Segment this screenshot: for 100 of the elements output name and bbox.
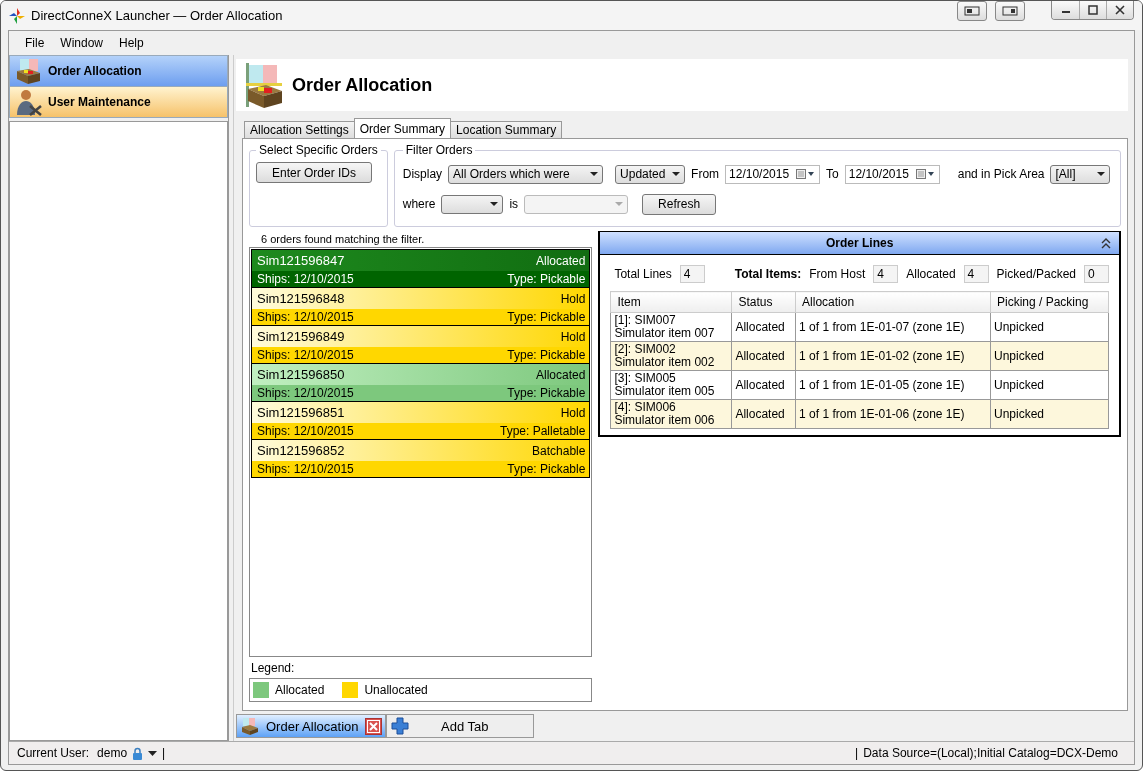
tab[interactable]: Allocation Settings — [244, 121, 355, 138]
item-description: Simulator item 002 — [614, 356, 716, 369]
document-tab[interactable]: Order Allocation — [236, 714, 386, 738]
order-status: Hold — [560, 291, 586, 306]
enter-order-ids-button[interactable]: Enter Order IDs — [256, 162, 372, 183]
item-code: [4]: SIM006 — [614, 401, 677, 414]
allocated-field: 4 — [963, 265, 989, 283]
item-code: [2]: SIM002 — [614, 343, 677, 356]
add-tab-button[interactable]: Add Tab — [386, 714, 534, 738]
dock-button[interactable] — [957, 1, 987, 21]
table-cell: Unpicked — [990, 370, 1109, 400]
maximize-icon — [1088, 5, 1098, 15]
order-card[interactable]: Sim121596847 Allocated Ships: 12/10/2015 Type: Pickable — [251, 249, 591, 288]
order-card[interactable]: Sim121596850 Allocated Ships: 12/10/2015 Type: Pickable — [251, 364, 591, 402]
from-host-field: 4 — [873, 265, 899, 283]
order-type: Type: Pickable — [507, 386, 586, 400]
page-title: Order Allocation — [292, 74, 433, 96]
order-card[interactable]: Sim121596851 Hold Ships: 12/10/2015 Type: Palletable — [251, 402, 591, 440]
collapse-icon[interactable] — [1101, 237, 1111, 249]
picked-packed-label: Picked/Packed — [996, 267, 1076, 281]
order-card[interactable]: Sim121596848 Hold Ships: 12/10/2015 Type: Pickable — [251, 288, 591, 326]
current-user-label: Current User: — [17, 746, 90, 760]
column-header[interactable]: Item — [610, 291, 732, 313]
item-description: Simulator item 007 — [614, 327, 716, 340]
order-type: Type: Pickable — [507, 462, 586, 476]
table-cell: Allocated — [731, 341, 796, 371]
box-icon — [240, 717, 260, 735]
order-id: Sim121596848 — [257, 291, 345, 306]
data-source-text: Data Source=(Local);Initial Catalog=DCX-Demo — [863, 746, 1118, 760]
item-description: Simulator item 006 — [614, 414, 716, 427]
table-cell: 1 of 1 from 1E-01-06 (zone 1E) — [795, 399, 991, 429]
from-label: From — [691, 167, 720, 181]
table-cell: Allocated — [731, 399, 796, 429]
event-dropdown[interactable]: Updated — [615, 164, 686, 184]
ship-date: Ships: 12/10/2015 — [257, 348, 354, 362]
panel-title: Order Lines — [826, 236, 894, 250]
order-status: Batchable — [532, 443, 586, 458]
refresh-button[interactable]: Refresh — [642, 193, 717, 215]
is-label: is — [509, 197, 519, 211]
table-cell: Unpicked — [990, 312, 1109, 342]
item-description: Simulator item 005 — [614, 385, 716, 398]
where-dropdown[interactable] — [441, 194, 504, 214]
group-title: Select Specific Orders — [258, 143, 379, 157]
sidebar-item[interactable]: User Maintenance — [9, 87, 228, 118]
order-id: Sim121596851 — [257, 405, 345, 420]
order-status: Allocated — [536, 253, 586, 268]
table-cell: 1 of 1 from 1E-01-02 (zone 1E) — [795, 341, 991, 371]
order-card[interactable]: Sim121596849 Hold Ships: 12/10/2015 Type: Pickable — [251, 326, 591, 364]
calendar-icon — [796, 169, 817, 179]
total-lines-field: 4 — [679, 265, 705, 283]
result-count: 6 orders found matching the filter. — [260, 232, 426, 247]
minimize-button[interactable] — [1052, 1, 1079, 19]
display-dropdown[interactable]: All Orders which were — [448, 164, 604, 184]
app-logo-icon — [9, 7, 25, 24]
to-date-picker[interactable]: 12/10/2015 — [844, 164, 940, 184]
tab[interactable]: Location Summary — [450, 121, 563, 138]
column-header[interactable]: Status — [731, 291, 796, 313]
order-type: Type: Pickable — [507, 348, 586, 362]
tab[interactable]: Order Summary — [353, 118, 452, 138]
total-lines-label: Total Lines — [614, 267, 672, 281]
window-icon — [1002, 6, 1018, 16]
status-separator: | — [855, 746, 859, 760]
menu-item[interactable]: File — [17, 36, 53, 50]
ship-date: Ships: 12/10/2015 — [257, 310, 354, 324]
order-type: Type: Palletable — [500, 424, 586, 438]
order-type: Type: Pickable — [507, 272, 586, 286]
menu-item[interactable]: Window — [52, 36, 112, 50]
window-icon — [964, 6, 980, 16]
column-header[interactable]: Picking / Packing — [990, 291, 1109, 313]
legend-label: Allocated — [275, 683, 325, 697]
allocated-label: Allocated — [906, 267, 956, 281]
sidebar-item[interactable]: Order Allocation — [9, 55, 228, 87]
float-button[interactable] — [995, 1, 1025, 21]
column-header[interactable]: Allocation — [795, 291, 991, 313]
ship-date: Ships: 12/10/2015 — [257, 424, 354, 438]
calendar-icon — [915, 169, 936, 179]
close-icon — [1115, 5, 1125, 15]
order-id: Sim121596849 — [257, 329, 345, 344]
dropdown-caret-icon[interactable] — [148, 750, 158, 756]
ship-date: Ships: 12/10/2015 — [257, 272, 354, 286]
plus-icon — [391, 717, 409, 735]
close-tab-icon[interactable] — [364, 717, 382, 735]
close-button[interactable] — [1106, 1, 1133, 19]
display-label: Display — [402, 167, 443, 181]
maximize-button[interactable] — [1079, 1, 1106, 19]
table-cell: 1 of 1 from 1E-01-07 (zone 1E) — [795, 312, 991, 342]
legend-title: Legend: — [250, 660, 296, 675]
order-status: Hold — [560, 329, 586, 344]
legend-label: Unallocated — [364, 683, 428, 697]
order-id: Sim121596852 — [257, 443, 345, 458]
order-card[interactable]: Sim121596852 Batchable Ships: 12/10/2015 Type: Pickable — [251, 440, 591, 478]
order-id: Sim121596850 — [257, 367, 345, 382]
menu-item[interactable]: Help — [111, 36, 152, 50]
pick-area-dropdown[interactable]: [All] — [1050, 164, 1111, 184]
from-date-picker[interactable]: 12/10/2015 — [725, 164, 821, 184]
to-label: To — [826, 167, 839, 181]
user-name: demo — [97, 746, 128, 760]
total-items-label: Total Items: — [734, 267, 802, 281]
status-separator: | — [162, 746, 166, 760]
ship-date: Ships: 12/10/2015 — [257, 386, 354, 400]
